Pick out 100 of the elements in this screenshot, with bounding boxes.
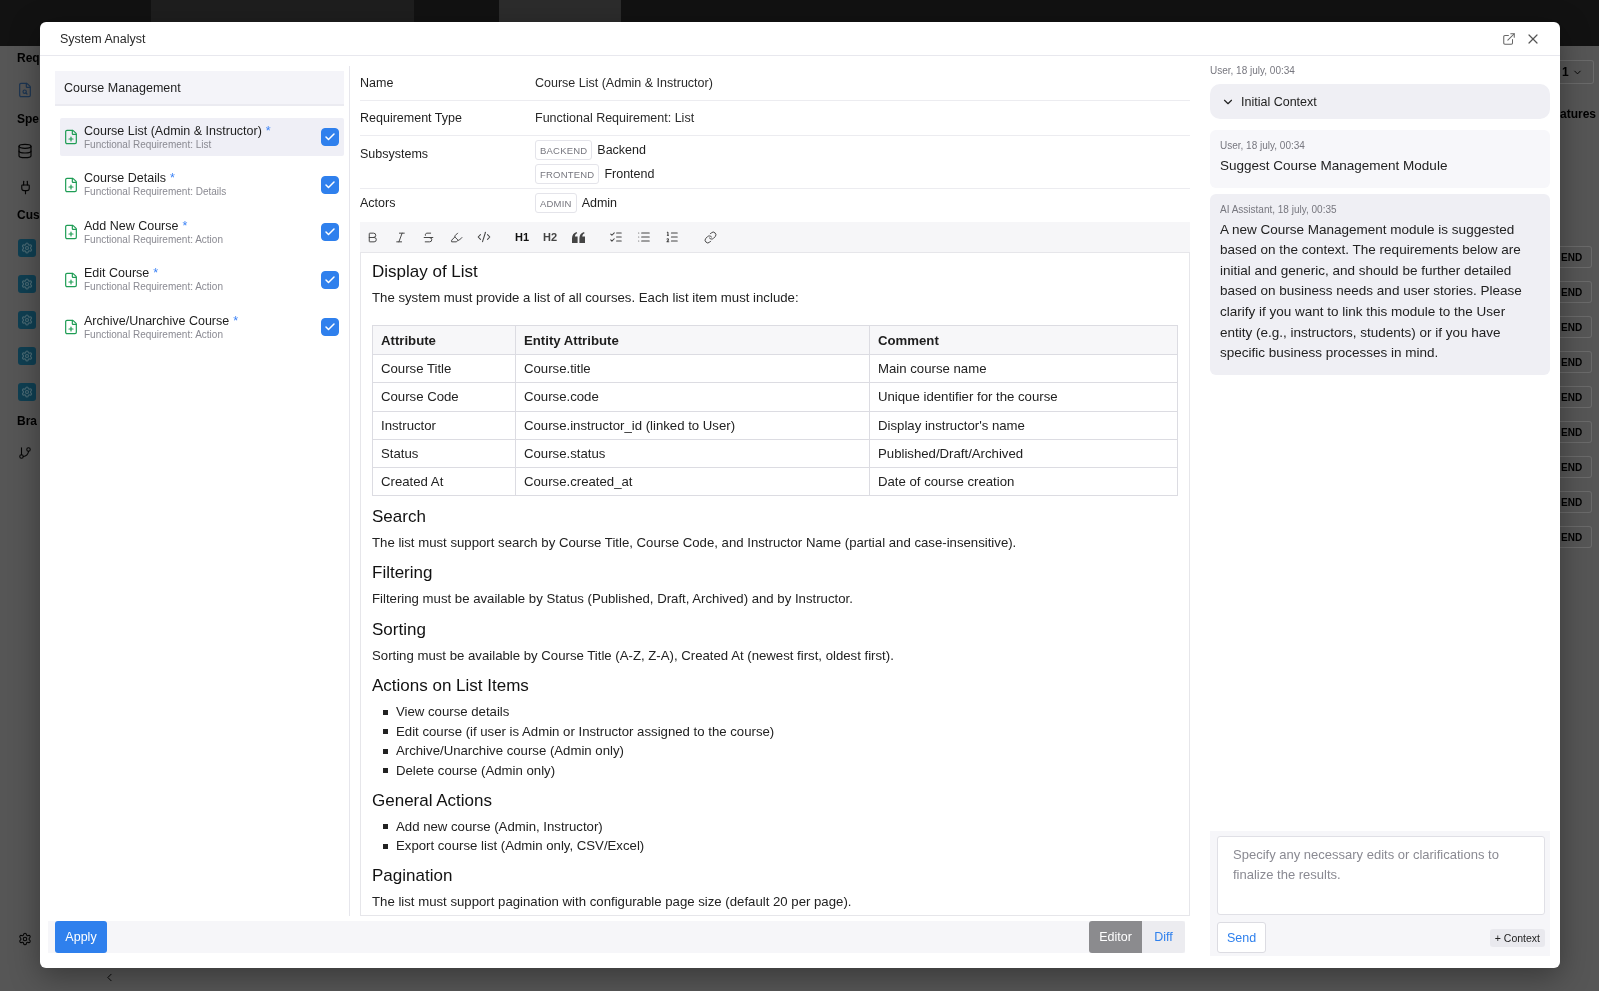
column-header: Comment <box>869 325 1178 355</box>
bullet-icon <box>383 748 388 754</box>
column-header: Entity Attribute <box>515 325 870 355</box>
settings-icon[interactable] <box>18 347 36 365</box>
group-header: Course Management <box>55 71 344 106</box>
requirement-type: Functional Requirement: Action <box>84 281 224 293</box>
paragraph: The system must provide a list of all courses. Each list item must include: <box>372 289 800 307</box>
check-icon <box>324 226 336 238</box>
section-heading: Pagination <box>372 865 454 888</box>
bullet-icon <box>383 709 388 715</box>
heading-button[interactable]: H2 <box>538 222 562 252</box>
branch-icon[interactable] <box>18 446 32 460</box>
field-label: Actors <box>360 195 397 212</box>
bullet-icon <box>383 729 388 735</box>
table-cell: Course.instructor_id (linked to User) <box>515 411 870 440</box>
plug-icon[interactable] <box>18 179 33 195</box>
list-item: Add new course (Admin, Instructor) <box>396 818 603 836</box>
table-cell: Published/Draft/Archived <box>869 439 1178 468</box>
sidebar-label: Bra <box>17 414 37 428</box>
check-icon <box>324 273 336 286</box>
column-header: Attribute <box>372 325 516 355</box>
code-tag: BACKEND <box>535 140 593 160</box>
section-heading: Search <box>372 506 427 528</box>
settings-icon[interactable] <box>18 383 36 401</box>
required-marker: * <box>153 266 159 281</box>
paragraph: The list must support search by Course Title, Course Code, and Instructor Name (partial and case-insensitive). <box>372 534 1018 552</box>
context-toggle[interactable]: Initial Context <box>1210 84 1550 119</box>
table-cell: Course Code <box>372 382 516 412</box>
list-item: Delete course (Admin only) <box>396 762 556 780</box>
editor-content[interactable] <box>360 252 1190 916</box>
heading-button[interactable]: H1 <box>510 222 534 252</box>
checklist-icon[interactable] <box>609 230 623 244</box>
sidebar-label: Req <box>17 51 40 65</box>
table-cell: Course.code <box>515 382 870 412</box>
list-item: View course details <box>396 703 510 722</box>
bullet-list-icon[interactable] <box>637 230 651 244</box>
requirement-title: Course List (Admin & Instructor) <box>84 123 262 139</box>
checkbox[interactable] <box>321 318 339 336</box>
table-cell: Main course name <box>869 354 1178 383</box>
settings-icon[interactable] <box>18 275 36 293</box>
list-item: Archive/Unarchive course (Admin only) <box>396 742 624 761</box>
requirement-title: Course Details <box>84 171 166 186</box>
section-heading: Display of List <box>372 261 479 283</box>
table-cell: Status <box>372 439 516 468</box>
table-cell: Instructor <box>372 411 516 440</box>
requirement-type: Functional Requirement: Action <box>84 233 224 246</box>
settings-icon[interactable] <box>18 311 36 329</box>
table-cell: Course.created_at <box>515 467 870 496</box>
external-link-icon[interactable] <box>1502 31 1516 46</box>
list-item: Edit course (if user is Admin or Instructor assigned to the course) <box>396 723 775 741</box>
send-button[interactable]: Send <box>1217 922 1266 953</box>
numbered-list-icon[interactable] <box>665 230 679 244</box>
settings-icon[interactable] <box>18 239 36 257</box>
requirement-item[interactable]: Course List (Admin & Instructor) * Functional Requirement: List <box>60 118 344 156</box>
checkbox[interactable] <box>321 270 339 289</box>
requirement-title: Edit Course <box>84 266 150 281</box>
bullet-icon <box>383 768 388 774</box>
message-text: Suggest Course Management Module <box>1220 157 1449 175</box>
code-tag: FRONTEND <box>535 164 600 184</box>
table-cell: Created At <box>372 467 516 496</box>
highlighter-icon[interactable] <box>449 230 463 244</box>
requirement-type: Functional Requirement: Details <box>84 186 228 198</box>
link-icon[interactable] <box>703 230 717 244</box>
requirement-type: Functional Requirement: Action <box>84 328 224 341</box>
add-context-button[interactable]: + Context <box>1489 928 1545 947</box>
message-meta: User, 18 july, 00:34 <box>1220 140 1306 152</box>
section-heading: General Actions <box>372 790 493 812</box>
strikethrough-icon[interactable] <box>421 230 435 244</box>
message-input[interactable]: Specify any necessary edits or clarifications to finalize the results. <box>1217 836 1545 915</box>
message-meta: User, 18 july, 00:34 <box>1210 65 1296 77</box>
required-marker: * <box>182 218 188 234</box>
file-plus-icon <box>63 176 79 193</box>
checkbox[interactable] <box>321 223 339 241</box>
tag-label: Admin <box>581 196 618 210</box>
message-text: A new Course Management module is suggested based on the context. The requirements below are initial and generic, and should be further detailed based on business needs and user stories. Please clarify if you want to link this module to the User entity (e.g., instructors, students) or if you have specific business processes in mind. <box>1220 220 1523 363</box>
code-icon[interactable] <box>477 230 491 244</box>
field-label: Requirement Type <box>360 110 463 127</box>
tag-label: Backend <box>597 143 646 157</box>
check-icon <box>324 131 336 143</box>
required-marker: * <box>265 123 271 139</box>
italic-icon[interactable] <box>393 230 407 244</box>
tag-label: Frontend <box>604 167 655 181</box>
database-icon[interactable] <box>17 143 33 159</box>
settings-icon[interactable] <box>18 932 32 946</box>
checkbox[interactable] <box>321 128 339 146</box>
check-icon <box>324 321 336 333</box>
bullet-icon <box>383 843 388 849</box>
check-icon <box>324 178 336 191</box>
field-label: Subsystems <box>360 146 430 163</box>
table-cell: Course.title <box>515 354 870 383</box>
quote-icon[interactable] <box>571 231 585 243</box>
table-cell: Course Title <box>372 354 516 383</box>
required-marker: * <box>170 171 175 186</box>
section-heading: Filtering <box>372 562 434 585</box>
table-cell: Display instructor's name <box>869 411 1178 440</box>
sidebar-label: Spe <box>17 112 39 126</box>
apply-button[interactable]: Apply <box>55 921 107 953</box>
checkbox[interactable] <box>321 175 339 194</box>
requirement-type: Functional Requirement: List <box>84 138 213 151</box>
section-label: atures <box>1560 106 1597 123</box>
